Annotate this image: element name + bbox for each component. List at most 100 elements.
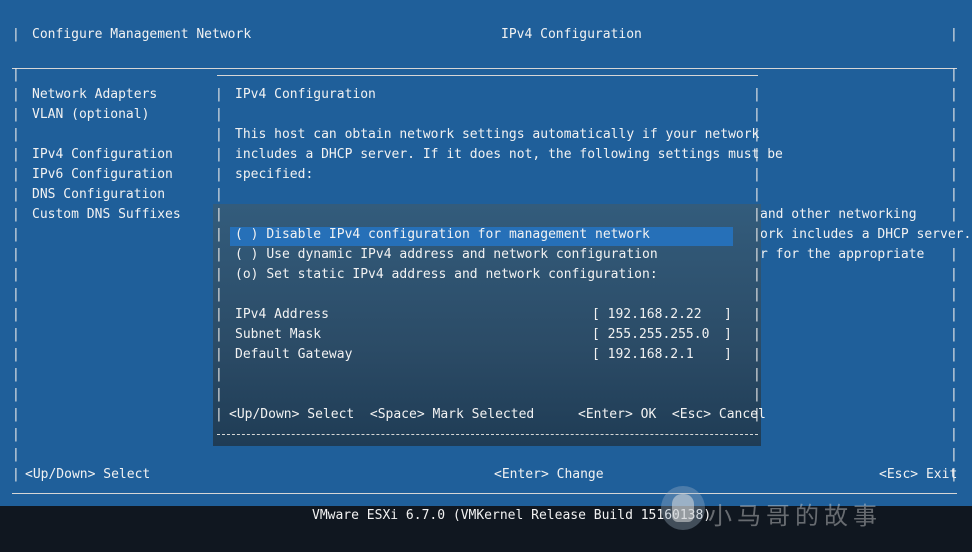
dialog-right-edge: |: [753, 227, 761, 242]
dialog-bottom-border: [217, 434, 758, 435]
menu-separator: |: [215, 187, 223, 202]
outer-frame-left-edge: |: [12, 327, 20, 342]
background-description-line: r for the appropriate: [760, 247, 925, 262]
outer-frame-right-edge: |: [950, 67, 958, 82]
menu-separator: |: [215, 107, 223, 122]
outer-frame-right-edge: |: [950, 147, 958, 162]
option-dynamic-ipv4[interactable]: ( ) Use dynamic IPv4 address and network…: [235, 245, 658, 265]
outer-frame-left-edge: |: [12, 387, 20, 402]
menu-item-ipv6-configuration[interactable]: IPv6 Configuration: [32, 165, 173, 185]
outer-frame-right-edge: |: [950, 307, 958, 322]
footer-select-hint: <Up/Down> Select: [25, 467, 151, 482]
outer-frame-left-edge: |: [12, 127, 20, 142]
dialog-right-edge: |: [753, 107, 761, 122]
radio-mark: ( ): [235, 227, 259, 242]
option-disable-ipv4[interactable]: ( ) Disable IPv4 configuration for manag…: [235, 225, 650, 245]
background-description-line: and other networking: [760, 207, 917, 222]
dialog-description-line: includes a DHCP server. If it does not, …: [235, 147, 783, 162]
dialog-left-edge: |: [215, 347, 223, 362]
outer-frame-right-edge: |: [950, 287, 958, 302]
menu-item-custom-dns-suffixes[interactable]: Custom DNS Suffixes: [32, 205, 181, 225]
dialog-left-edge: |: [215, 227, 223, 242]
outer-frame-left-edge: |: [12, 367, 20, 382]
dialog-left-edge: |: [215, 367, 223, 382]
menu-item-vlan[interactable]: VLAN (optional): [32, 105, 149, 125]
option-label: Set static IPv4 address and network conf…: [266, 267, 658, 282]
dialog-title: IPv4 Configuration: [235, 87, 376, 102]
outer-frame-left-edge: |: [12, 167, 20, 182]
screen-title: Configure Management Network: [32, 27, 252, 42]
outer-frame-left-edge: |: [12, 447, 20, 462]
subnet-mask-field[interactable]: [ 255.255.255.0]: [592, 325, 734, 345]
outer-frame-left-edge: |: [12, 227, 20, 242]
outer-frame-left-edge: |: [12, 147, 20, 162]
outer-frame-right-edge: |: [950, 347, 958, 362]
outer-frame-right-edge: |: [950, 447, 958, 462]
menu-item-dns-configuration[interactable]: DNS Configuration: [32, 185, 165, 205]
default-gateway-field[interactable]: [ 192.168.2.1]: [592, 345, 734, 365]
menu-separator: |: [215, 127, 223, 142]
outer-frame-right-edge: |: [950, 267, 958, 282]
option-label: Use dynamic IPv4 address and network con…: [266, 247, 658, 262]
dialog-ok-cancel-hints[interactable]: <Enter> OK <Esc> Cancel: [578, 405, 766, 425]
field-value: 192.168.2.1: [607, 347, 694, 362]
dialog-left-edge: |: [215, 407, 223, 422]
outer-frame-right-edge: |: [950, 387, 958, 402]
outer-frame-right-edge: |: [950, 107, 958, 122]
footer-exit-hint[interactable]: <Esc> Exit: [879, 465, 957, 485]
outer-frame-left-edge: |: [12, 347, 20, 362]
footer-change-hint[interactable]: <Enter> Change: [494, 465, 604, 485]
outer-frame-left-edge: |: [12, 207, 20, 222]
outer-frame-left-edge: |: [12, 467, 20, 482]
menu-separator: |: [215, 87, 223, 102]
dialog-description-line: This host can obtain network settings au…: [235, 127, 760, 142]
dialog-right-edge: |: [753, 187, 761, 202]
ipv4-address-field[interactable]: [ 192.168.2.22]: [592, 305, 734, 325]
radio-mark: ( ): [235, 247, 259, 262]
outer-frame-right-edge: |: [950, 247, 958, 262]
outer-frame-left-edge: |: [12, 427, 20, 442]
outer-frame-right-edge: |: [950, 27, 958, 42]
dialog-right-edge: |: [753, 167, 761, 182]
outer-frame-right-edge: |: [950, 327, 958, 342]
outer-frame-right-edge: |: [950, 407, 958, 422]
dialog-right-edge: |: [753, 367, 761, 382]
outer-frame-right-edge: |: [950, 367, 958, 382]
dialog-right-edge: |: [753, 327, 761, 342]
dialog-left-edge: |: [215, 267, 223, 282]
panel-title: IPv4 Configuration: [501, 27, 642, 42]
outer-frame-left-edge: |: [12, 67, 20, 82]
dialog-left-edge: |: [215, 387, 223, 402]
dialog-left-edge: |: [215, 247, 223, 262]
dialog-key-hints: <Up/Down> Select <Space> Mark Selected: [229, 407, 535, 422]
outer-frame-left-edge: |: [12, 287, 20, 302]
outer-frame-right-edge: |: [950, 167, 958, 182]
outer-frame-right-edge: |: [950, 187, 958, 202]
dialog-right-edge: |: [753, 287, 761, 302]
watermark-text: 小马哥的故事: [708, 502, 882, 530]
outer-frame-right-edge: |: [950, 127, 958, 142]
dialog-right-edge: |: [753, 267, 761, 282]
outer-frame-left-edge: |: [12, 307, 20, 322]
menu-item-network-adapters[interactable]: Network Adapters: [32, 85, 157, 105]
outer-frame-right-edge: |: [950, 87, 958, 102]
dialog-left-edge: |: [215, 327, 223, 342]
menu-item-ipv4-configuration[interactable]: IPv4 Configuration: [32, 145, 173, 165]
menu-separator: |: [215, 167, 223, 182]
outer-frame-right-edge: |: [950, 427, 958, 442]
watermark-avatar-icon: [672, 494, 694, 522]
outer-frame-right-edge: |: [950, 207, 958, 222]
outer-frame-bottom-border: [12, 493, 957, 494]
dialog-top-border: [217, 75, 758, 76]
field-label-ipv4-address: IPv4 Address: [235, 307, 329, 322]
option-label: Disable IPv4 configuration for managemen…: [266, 227, 650, 242]
menu-separator: |: [215, 147, 223, 162]
dialog-left-edge: |: [215, 207, 223, 222]
dialog-description-line: specified:: [235, 167, 314, 182]
option-static-ipv4[interactable]: (o) Set static IPv4 address and network …: [235, 265, 658, 285]
field-value: 192.168.2.22: [607, 307, 702, 322]
field-label-subnet-mask: Subnet Mask: [235, 327, 322, 342]
dialog-right-edge: |: [753, 207, 761, 222]
dialog-right-edge: |: [753, 247, 761, 262]
dialog-left-edge: |: [215, 307, 223, 322]
